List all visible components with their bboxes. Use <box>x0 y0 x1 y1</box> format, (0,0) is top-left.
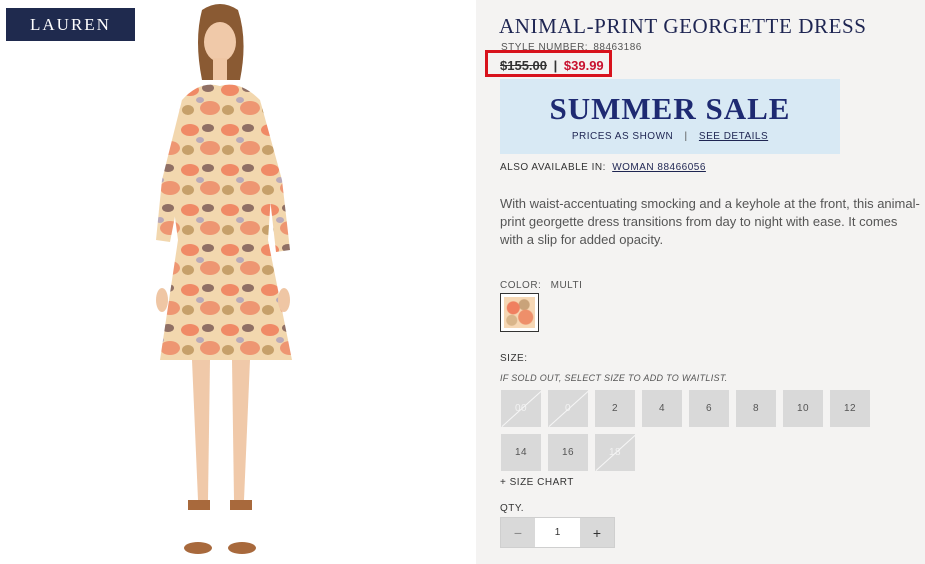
product-image-area: LAUREN <box>0 0 476 564</box>
quantity-stepper: − 1 + <box>500 517 615 548</box>
size-button-14[interactable]: 14 <box>501 434 541 471</box>
sale-banner-title: SUMMER SALE <box>549 91 791 126</box>
size-button-6[interactable]: 6 <box>689 390 729 427</box>
color-swatch-multi[interactable] <box>500 293 539 332</box>
size-chart-link[interactable]: + SIZE CHART <box>500 477 574 488</box>
product-model-image <box>156 4 292 554</box>
size-button-10[interactable]: 10 <box>783 390 823 427</box>
also-available-link[interactable]: WOMAN 88466056 <box>612 162 706 173</box>
size-button-12[interactable]: 12 <box>830 390 870 427</box>
summer-sale-banner[interactable]: SUMMER SALE PRICES AS SHOWN | SEE DETAIL… <box>500 79 840 154</box>
size-button-4[interactable]: 4 <box>642 390 682 427</box>
original-price: $155.00 <box>500 58 547 73</box>
size-button-16[interactable]: 16 <box>548 434 588 471</box>
also-available: ALSO AVAILABLE IN: WOMAN 88466056 <box>500 162 706 173</box>
see-details-link[interactable]: SEE DETAILS <box>699 131 768 142</box>
size-button-2[interactable]: 2 <box>595 390 635 427</box>
quantity-input[interactable]: 1 <box>535 518 580 547</box>
size-button-8[interactable]: 8 <box>736 390 776 427</box>
quantity-decrement-button[interactable]: − <box>501 518 535 547</box>
sale-prices-note: PRICES AS SHOWN <box>571 131 674 142</box>
sale-separator: | <box>684 131 688 142</box>
price: $155.00 | $39.99 <box>500 58 604 73</box>
color-label: COLOR: MULTI <box>500 280 582 291</box>
brand-logo[interactable]: LAUREN <box>6 8 135 41</box>
product-description: With waist-accentuating smocking and a k… <box>500 196 920 247</box>
sale-price: $39.99 <box>563 58 604 73</box>
color-value: MULTI <box>550 280 583 291</box>
quantity-label: QTY. <box>500 503 525 514</box>
sale-banner-subtitle: PRICES AS SHOWN | SEE DETAILS <box>500 131 840 142</box>
size-label: SIZE: <box>500 353 528 364</box>
price-separator: | <box>553 58 558 73</box>
quantity-increment-button[interactable]: + <box>580 518 614 547</box>
swatch-print <box>504 297 535 328</box>
size-button-18[interactable]: 18 <box>595 434 635 471</box>
size-button-0[interactable]: 0 <box>548 390 588 427</box>
product-title: ANIMAL-PRINT GEORGETTE DRESS <box>499 14 867 38</box>
color-label-text: COLOR: <box>500 280 542 291</box>
size-waitlist-note: IF SOLD OUT, SELECT SIZE TO ADD TO WAITL… <box>500 373 728 383</box>
size-button-00[interactable]: 00 <box>501 390 541 427</box>
also-available-label: ALSO AVAILABLE IN: <box>500 162 606 173</box>
product-details-panel: ANIMAL-PRINT GEORGETTE DRESS STYLE NUMBE… <box>476 0 925 564</box>
